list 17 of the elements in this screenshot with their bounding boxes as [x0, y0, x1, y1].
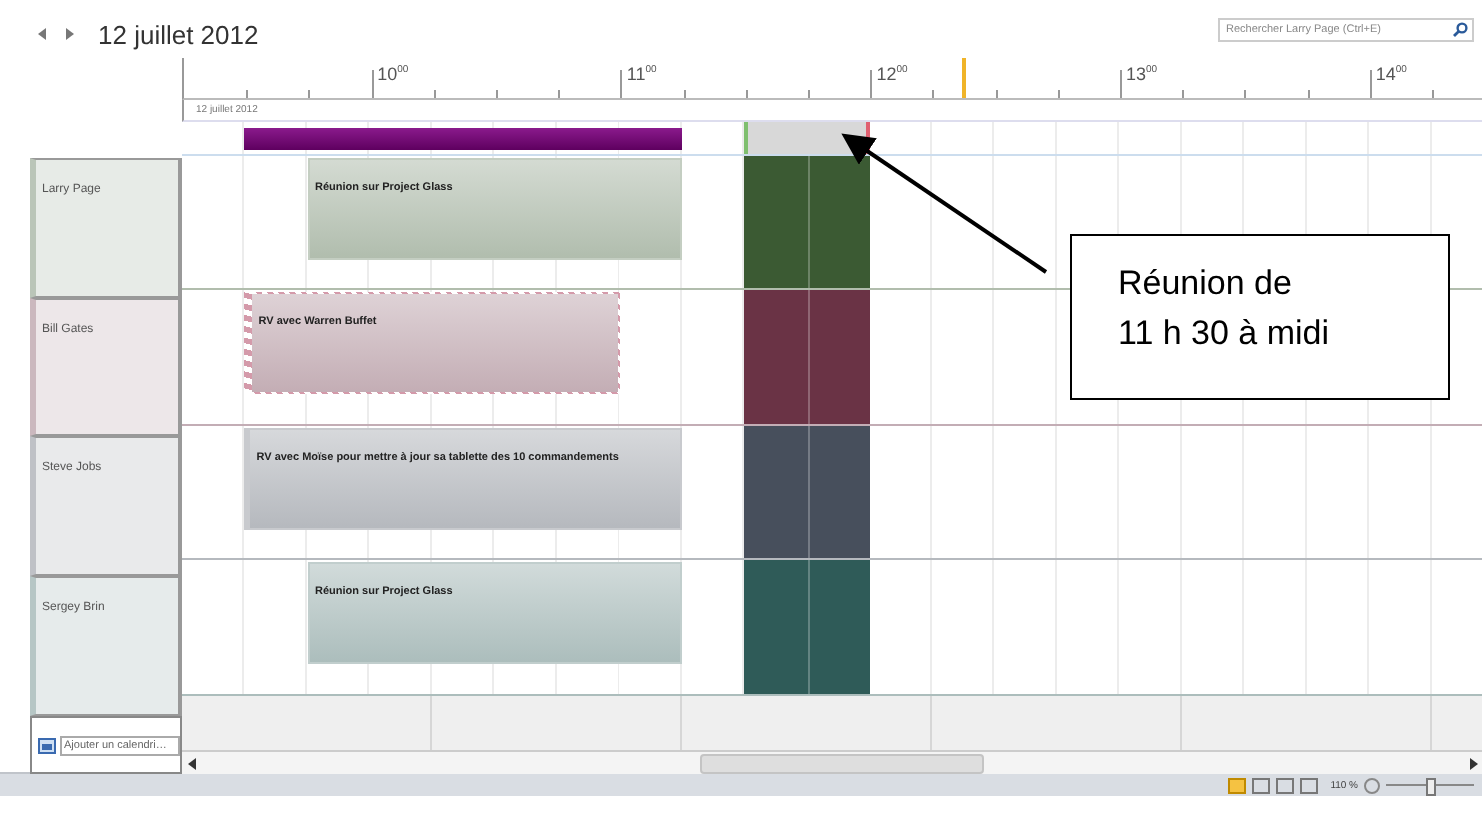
hour-label: 13$^{00}$ [1126, 64, 1158, 84]
zoom-slider-thumb[interactable] [1426, 778, 1436, 796]
hour-label: 11$^{00}$ [626, 64, 657, 84]
date-title: 12 juillet 2012 [98, 20, 259, 50]
callout-text: Réunion de [1118, 262, 1294, 304]
hour-label: 12$^{00}$ [876, 64, 908, 84]
next-icon[interactable] [66, 27, 74, 39]
callout-text: 11 h 30 à midi [1118, 312, 1332, 354]
previous-icon[interactable] [38, 27, 46, 39]
zoom-out-icon[interactable] [1364, 777, 1380, 793]
hour-label: 14$^{00}$ [1375, 64, 1407, 84]
scroll-thumb[interactable] [700, 754, 984, 775]
current-time-marker [962, 58, 967, 99]
search-icon[interactable] [1452, 21, 1468, 37]
hour-label: 10$^{00}$ [377, 64, 409, 84]
calendar-icon [38, 737, 56, 754]
horizontal-scrollbar[interactable] [182, 750, 1482, 774]
